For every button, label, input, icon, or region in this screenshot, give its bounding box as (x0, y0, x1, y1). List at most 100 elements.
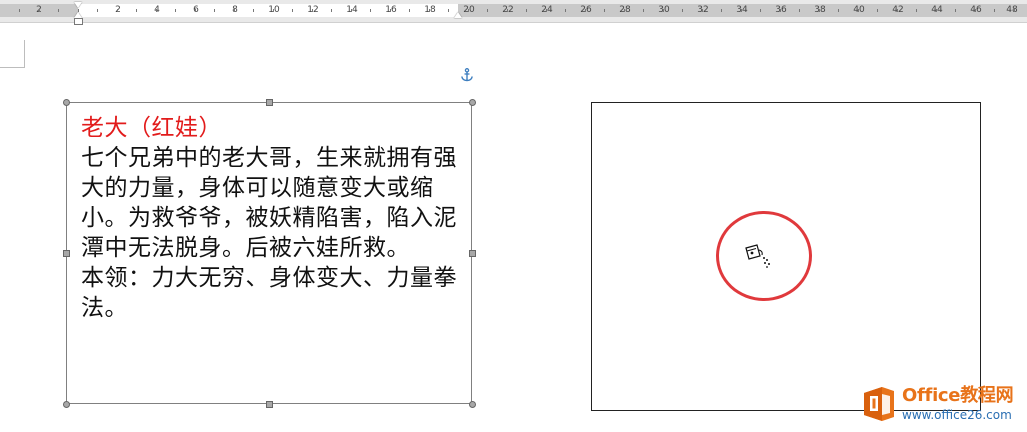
ruler-tick (409, 9, 410, 12)
resize-handle-bottom-left[interactable] (63, 401, 70, 408)
site-watermark: Office教程网 www.office26.com (862, 381, 1024, 427)
ruler-label: 22 (502, 5, 514, 15)
ruler-label: 42 (892, 5, 904, 15)
horizontal-ruler[interactable]: 2 2 4 6 8 10 12 14 16 18 20 22 24 26 28 … (0, 0, 1027, 25)
ruler-tick (39, 9, 40, 12)
ruler-tick (838, 9, 839, 12)
ruler-tick (877, 9, 878, 12)
resize-handle-bottom-right[interactable] (469, 401, 476, 408)
ruler-tick (936, 9, 937, 12)
ruler-label: 10 (268, 5, 280, 15)
ruler-tick (643, 9, 644, 12)
ruler-label: 28 (619, 5, 631, 15)
text-box[interactable]: 老大（红娃） 七个兄弟中的老大哥，生来就拥有强大的力量，身体可以随意变大或缩小。… (66, 102, 472, 404)
ruler-label: 46 (970, 5, 982, 15)
ruler-tick (97, 9, 98, 12)
resize-handle-right[interactable] (469, 250, 476, 257)
resize-handle-bottom[interactable] (266, 401, 273, 408)
ruler-label: 40 (853, 5, 865, 15)
ruler-label: 32 (697, 5, 709, 15)
ruler-tick (351, 9, 352, 12)
resize-handle-top[interactable] (266, 99, 273, 106)
ruler-tick (19, 9, 20, 12)
office-logo-graphic (864, 387, 894, 421)
ruler-tick (585, 9, 586, 12)
resize-handle-left[interactable] (63, 250, 70, 257)
ruler-tick (175, 9, 176, 12)
ruler-label: 24 (541, 5, 553, 15)
ruler-label: 38 (814, 5, 826, 15)
ruler-tick (819, 9, 820, 12)
left-indent-marker[interactable] (74, 18, 83, 25)
ruler-tick (897, 9, 898, 12)
ruler-label: 48 (1006, 5, 1018, 15)
ruler-tick (604, 9, 605, 12)
ruler-tick (292, 9, 293, 12)
ruler-tick (312, 9, 313, 12)
document-workspace: 2 2 4 6 8 10 12 14 16 18 20 22 24 26 28 … (0, 0, 1027, 432)
hand-grab-cursor-icon (740, 240, 774, 270)
right-indent-marker[interactable] (454, 12, 462, 18)
text-box-content[interactable]: 老大（红娃） 七个兄弟中的老大哥，生来就拥有强大的力量，身体可以随意变大或缩小。… (81, 113, 465, 323)
ruler-tick (721, 9, 722, 12)
character-description: 七个兄弟中的老大哥，生来就拥有强大的力量，身体可以随意变大或缩小。为救爷爷，被妖… (81, 145, 457, 261)
ruler-label: 18 (424, 5, 436, 15)
ruler-tick (429, 9, 430, 12)
page-corner-mark (0, 40, 25, 68)
ruler-tick (702, 9, 703, 12)
ruler-tick (624, 9, 625, 12)
ruler-tick (955, 9, 956, 12)
ruler-label: 30 (658, 5, 670, 15)
ruler-tick (468, 9, 469, 12)
ruler-tick (234, 9, 235, 12)
ruler-label: 4 (154, 5, 160, 15)
ruler-tick (214, 9, 215, 12)
ruler-label: 44 (931, 5, 943, 15)
ruler-label: 16 (385, 5, 397, 15)
ruler-label: 14 (346, 5, 358, 15)
ruler-tick (117, 9, 118, 12)
ruler-tick (253, 9, 254, 12)
ruler-tick (799, 9, 800, 12)
character-title: 老大（红娃） (81, 115, 222, 141)
ruler-tick (916, 9, 917, 12)
ruler-tick (663, 9, 664, 12)
ruler-tick (331, 9, 332, 12)
character-skills: 本领：力大无穷、身体变大、力量拳法。 (81, 265, 457, 321)
ruler-tick (760, 9, 761, 12)
ruler-tick (58, 9, 59, 12)
ruler-tick (858, 9, 859, 12)
ruler-tick (136, 9, 137, 12)
ruler-tick (448, 9, 449, 12)
ruler-tick (370, 9, 371, 12)
ruler-tick (273, 9, 274, 12)
resize-handle-top-right[interactable] (469, 99, 476, 106)
ruler-label: 8 (232, 5, 238, 15)
ruler-label: 34 (736, 5, 748, 15)
ruler-tick (1014, 9, 1015, 12)
ruler-label: 12 (307, 5, 319, 15)
watermark-text: Office教程网 www.office26.com (902, 385, 1014, 422)
ruler-tick (994, 9, 995, 12)
ruler-label: 6 (193, 5, 199, 15)
ruler-tick (195, 9, 196, 12)
ruler-tick (390, 9, 391, 12)
resize-handle-top-left[interactable] (63, 99, 70, 106)
first-line-indent-marker[interactable] (74, 2, 82, 8)
cursor-graphic (745, 244, 770, 268)
ruler-label: 20 (463, 5, 475, 15)
ruler-tick (975, 9, 976, 12)
anchor-icon[interactable] (459, 68, 475, 84)
ruler-tick (682, 9, 683, 12)
office-logo-icon (862, 385, 896, 423)
ruler-tick (741, 9, 742, 12)
anchor-icon-graphic (461, 68, 473, 82)
ruler-label: 2 (115, 5, 121, 15)
ruler-label: 26 (580, 5, 592, 15)
ruler-tick (565, 9, 566, 12)
ruler-tick (487, 9, 488, 12)
ruler-tick (780, 9, 781, 12)
ruler-tick (546, 9, 547, 12)
watermark-brand: Office教程网 (902, 385, 1014, 406)
ruler-tick (507, 9, 508, 12)
